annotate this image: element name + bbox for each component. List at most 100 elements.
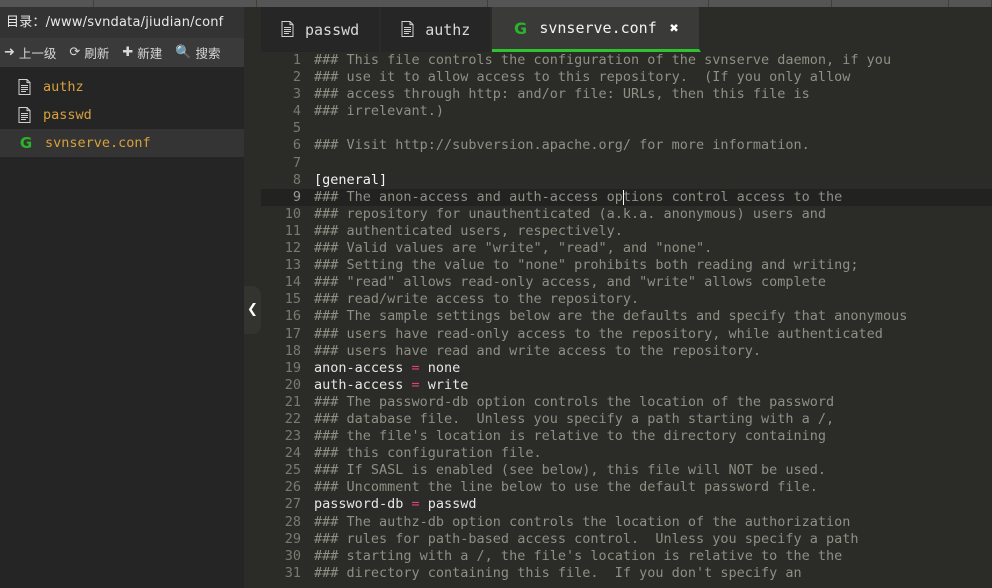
code-text: ### users have read-only access to the r… bbox=[305, 326, 883, 343]
file-list-item[interactable]: authz bbox=[0, 73, 244, 101]
code-line[interactable]: 29### rules for path-based access contro… bbox=[261, 531, 992, 548]
top-strip-segment bbox=[94, 0, 257, 7]
code-line[interactable]: 6### Visit http://subversion.apache.org/… bbox=[261, 137, 992, 154]
directory-path-label: 目录：/www/svndata/jiudian/conf bbox=[0, 7, 244, 38]
sidebar-toolbar: ➜ 上一级 ⟳刷新✚新建🔍搜索 bbox=[0, 38, 244, 67]
editor-tab-label: passwd bbox=[305, 21, 359, 39]
line-number: 23 bbox=[261, 428, 305, 445]
svg-text:G: G bbox=[20, 135, 32, 151]
sidebar-toolbar-plus[interactable]: ✚新建 bbox=[118, 38, 171, 67]
code-line[interactable]: 7 bbox=[261, 155, 992, 172]
line-number: 18 bbox=[261, 343, 305, 360]
text-cursor bbox=[623, 190, 625, 205]
editor-tab-label: authz bbox=[425, 21, 470, 39]
code-line[interactable]: 12### Valid values are "write", "read", … bbox=[261, 240, 992, 257]
sidebar-toolbar-label: 上一级 bbox=[19, 43, 57, 62]
line-number: 5 bbox=[261, 120, 305, 137]
file-list-item[interactable]: passwd bbox=[0, 101, 244, 129]
config-value: passwd bbox=[428, 496, 477, 512]
code-line[interactable]: 30### starting with a /, the file's loca… bbox=[261, 548, 992, 565]
code-text: ### Visit http://subversion.apache.org/ … bbox=[305, 137, 810, 154]
code-text: auth-access = write bbox=[305, 377, 468, 394]
code-text: ### The authz-db option controls the loc… bbox=[305, 514, 850, 531]
code-text: [general] bbox=[305, 172, 387, 189]
equals-sign: = bbox=[403, 496, 427, 512]
editor-tab-label: svnserve.conf bbox=[539, 19, 656, 37]
line-number: 25 bbox=[261, 462, 305, 479]
code-text: ### the file's location is relative to t… bbox=[305, 428, 826, 445]
sidebar-toolbar-search[interactable]: 🔍搜索 bbox=[171, 38, 229, 67]
line-number: 16 bbox=[261, 308, 305, 325]
file-list-item[interactable]: Gsvnserve.conf bbox=[0, 129, 244, 157]
code-line[interactable]: 20auth-access = write bbox=[261, 377, 992, 394]
editor-tab[interactable]: Gsvnserve.conf✖ bbox=[492, 7, 700, 52]
code-line[interactable]: 21### The password-db option controls th… bbox=[261, 394, 992, 411]
document-icon bbox=[18, 107, 31, 123]
code-line[interactable]: 2### use it to allow access to this repo… bbox=[261, 69, 992, 86]
code-line[interactable]: 26### Uncomment the line below to use th… bbox=[261, 479, 992, 496]
code-line[interactable]: 31### directory containing this file. If… bbox=[261, 565, 992, 582]
code-line[interactable]: 13### Setting the value to "none" prohib… bbox=[261, 257, 992, 274]
equals-sign: = bbox=[403, 377, 427, 393]
code-text: ### access through http: and/or file: UR… bbox=[305, 86, 810, 103]
top-strip-segment bbox=[257, 0, 488, 7]
editor-tab[interactable]: passwd bbox=[261, 7, 381, 52]
code-text: password-db = passwd bbox=[305, 496, 477, 513]
file-name-label: authz bbox=[43, 79, 84, 95]
line-number: 1 bbox=[261, 52, 305, 69]
code-line[interactable]: 4### irrelevant.) bbox=[261, 103, 992, 120]
line-number: 15 bbox=[261, 291, 305, 308]
code-text bbox=[305, 120, 314, 137]
code-text: ### starting with a /, the file's locati… bbox=[305, 548, 842, 565]
line-number: 24 bbox=[261, 445, 305, 462]
sidebar-collapse-handle[interactable]: ❮ bbox=[244, 286, 261, 334]
code-text: ### The password-db option controls the … bbox=[305, 394, 834, 411]
code-line[interactable]: 19anon-access = none bbox=[261, 360, 992, 377]
line-number: 4 bbox=[261, 103, 305, 120]
code-text: ### The sample settings below are the de… bbox=[305, 308, 907, 325]
code-line[interactable]: 10### repository for unauthenticated (a.… bbox=[261, 206, 992, 223]
code-line[interactable]: 27password-db = passwd bbox=[261, 496, 992, 513]
line-number: 14 bbox=[261, 274, 305, 291]
code-line[interactable]: 8[general] bbox=[261, 172, 992, 189]
top-toolbar-strip bbox=[0, 0, 992, 7]
code-line[interactable]: 24### this configuration file. bbox=[261, 445, 992, 462]
line-number: 27 bbox=[261, 496, 305, 513]
editor-tab[interactable]: authz bbox=[381, 7, 492, 52]
line-number: 7 bbox=[261, 155, 305, 172]
code-line[interactable]: 18### users have read and write access t… bbox=[261, 343, 992, 360]
line-number: 6 bbox=[261, 137, 305, 154]
code-text: ### repository for unauthenticated (a.k.… bbox=[305, 206, 826, 223]
code-text: ### use it to allow access to this repos… bbox=[305, 69, 850, 86]
equals-sign: = bbox=[403, 360, 427, 376]
editor-window: 目录：/www/svndata/jiudian/conf ➜ 上一级 ⟳刷新✚新建🔍… bbox=[0, 0, 992, 582]
line-number: 11 bbox=[261, 223, 305, 240]
line-number: 30 bbox=[261, 548, 305, 565]
close-icon[interactable]: ✖ bbox=[670, 21, 679, 36]
code-text: ### rules for path-based access control.… bbox=[305, 531, 859, 548]
code-line[interactable]: 3### access through http: and/or file: U… bbox=[261, 86, 992, 103]
arrow-up-level-icon: ➜ bbox=[4, 46, 15, 59]
code-line[interactable]: 17### users have read-only access to the… bbox=[261, 326, 992, 343]
sidebar-toolbar-refresh[interactable]: ⟳刷新 bbox=[65, 38, 118, 67]
line-number: 20 bbox=[261, 377, 305, 394]
code-line[interactable]: 15### read/write access to the repositor… bbox=[261, 291, 992, 308]
file-browser-sidebar: 目录：/www/svndata/jiudian/conf ➜ 上一级 ⟳刷新✚新建🔍… bbox=[0, 7, 244, 582]
sidebar-toolbar-arrow-up-level[interactable]: ➜ 上一级 bbox=[0, 38, 65, 67]
code-line[interactable]: 23### the file's location is relative to… bbox=[261, 428, 992, 445]
code-line[interactable]: 14### "read" allows read-only access, an… bbox=[261, 274, 992, 291]
top-strip-segment bbox=[832, 0, 949, 7]
code-line[interactable]: 5 bbox=[261, 120, 992, 137]
line-number: 21 bbox=[261, 394, 305, 411]
code-line[interactable]: 1### This file controls the configuratio… bbox=[261, 52, 992, 69]
line-number: 12 bbox=[261, 240, 305, 257]
code-line[interactable]: 9### The anon-access and auth-access opt… bbox=[261, 189, 992, 206]
code-line[interactable]: 22### database file. Unless you specify … bbox=[261, 411, 992, 428]
top-strip-segment bbox=[488, 0, 709, 7]
code-text: ### users have read and write access to … bbox=[305, 343, 761, 360]
code-line[interactable]: 25### If SASL is enabled (see below), th… bbox=[261, 462, 992, 479]
code-line[interactable]: 16### The sample settings below are the … bbox=[261, 308, 992, 325]
code-line[interactable]: 11### authenticated users, respectively. bbox=[261, 223, 992, 240]
code-editor[interactable]: 1### This file controls the configuratio… bbox=[261, 52, 992, 582]
code-line[interactable]: 28### The authz-db option controls the l… bbox=[261, 514, 992, 531]
